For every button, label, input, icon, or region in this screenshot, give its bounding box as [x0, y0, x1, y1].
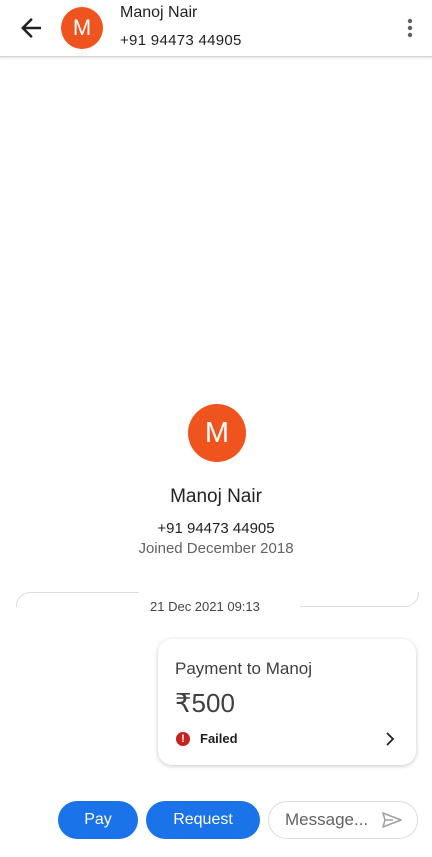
date-divider-left	[16, 592, 139, 607]
message-composer	[268, 801, 418, 839]
back-button[interactable]	[16, 13, 46, 43]
app-bar: M Manoj Nair +91 94473 44905	[0, 0, 432, 57]
payment-title: Payment to Manoj	[175, 659, 313, 678]
date-divider-right	[300, 592, 419, 607]
date-separator: 21 Dec 2021 09:13	[150, 599, 260, 614]
profile-phone: +91 94473 44905	[157, 520, 275, 537]
message-input[interactable]	[285, 802, 381, 838]
joined-date: Joined December 2018	[138, 540, 294, 557]
error-icon: !	[176, 732, 190, 746]
contact-phone: +91 94473 44905	[120, 32, 242, 49]
profile-avatar: M	[188, 404, 246, 462]
chevron-right-icon[interactable]	[384, 731, 396, 747]
payment-status: Failed	[200, 731, 238, 746]
contact-avatar[interactable]: M	[61, 7, 103, 49]
more-vert-icon	[407, 18, 413, 38]
more-options-button[interactable]	[402, 16, 418, 40]
request-button[interactable]: Request	[146, 801, 260, 839]
pay-button[interactable]: Pay	[58, 801, 138, 839]
send-button[interactable]	[381, 811, 403, 829]
profile-name: Manoj Nair	[170, 486, 262, 507]
arrow-back-icon	[21, 18, 41, 38]
payment-card[interactable]: Payment to Manoj ₹500 ! Failed	[158, 639, 416, 765]
payment-amount: ₹500	[175, 688, 235, 718]
send-icon	[382, 812, 402, 828]
contact-name[interactable]: Manoj Nair	[120, 4, 197, 22]
